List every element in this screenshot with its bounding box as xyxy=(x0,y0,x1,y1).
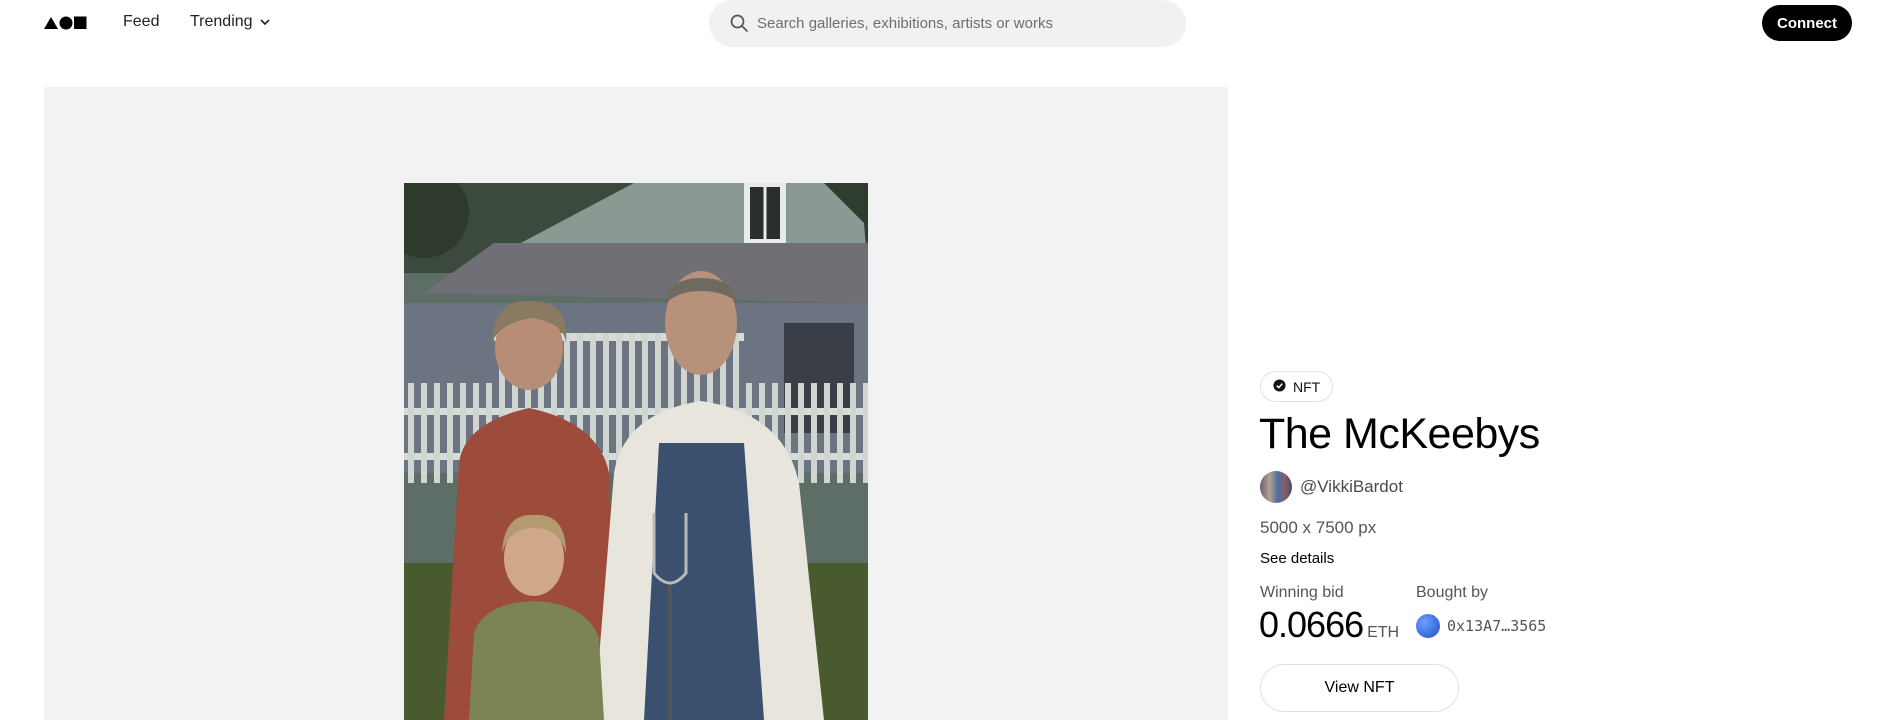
winning-bid-amount: 0.0666 ETH xyxy=(1259,604,1399,646)
artist-handle: @VikkiBardot xyxy=(1300,476,1403,496)
winning-bid-value: 0.0666 xyxy=(1259,604,1364,645)
chevron-down-icon xyxy=(259,13,270,31)
bought-by-label: Bought by xyxy=(1416,584,1489,601)
buyer-avatar xyxy=(1416,614,1440,638)
search-icon xyxy=(730,14,748,32)
nav-trending-label: Trending xyxy=(190,13,253,30)
artwork-title: The McKeebys xyxy=(1259,410,1540,458)
artist-profile-link[interactable]: @VikkiBardot xyxy=(1260,470,1403,503)
top-navigation-bar: Feed Trending Connect xyxy=(0,0,1894,47)
winning-bid-label: Winning bid xyxy=(1260,584,1344,601)
see-details-link[interactable]: See details xyxy=(1260,550,1334,567)
artwork-display-panel xyxy=(44,87,1228,720)
search-bar[interactable] xyxy=(709,0,1186,47)
artist-avatar xyxy=(1260,470,1292,503)
nav-feed-link[interactable]: Feed xyxy=(123,13,159,31)
artwork-dimensions: 5000 x 7500 px xyxy=(1260,518,1377,537)
search-input[interactable] xyxy=(757,10,1167,37)
view-nft-button[interactable]: View NFT xyxy=(1260,664,1459,712)
nav-trending-dropdown[interactable]: Trending xyxy=(190,13,270,31)
nft-badge-label: NFT xyxy=(1293,378,1321,395)
buyer-profile-link[interactable]: 0x13A7…3565 xyxy=(1416,614,1546,638)
verified-badge-icon xyxy=(1273,378,1286,395)
connect-button[interactable]: Connect xyxy=(1762,5,1852,41)
foundation-logo-icon[interactable] xyxy=(44,16,87,30)
winning-bid-currency: ETH xyxy=(1367,624,1400,641)
buyer-address: 0x13A7…3565 xyxy=(1447,617,1547,635)
artwork-image[interactable] xyxy=(404,183,868,720)
nft-badge: NFT xyxy=(1260,371,1334,402)
